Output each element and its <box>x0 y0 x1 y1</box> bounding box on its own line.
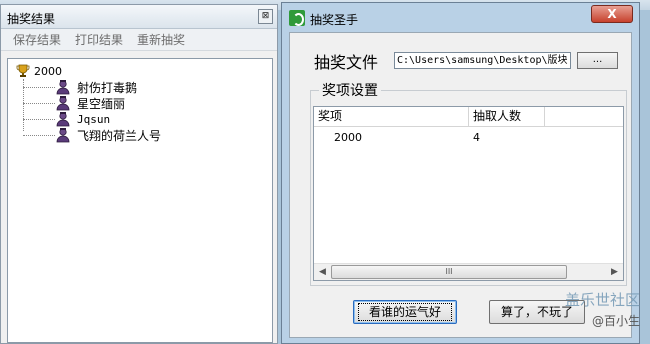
results-tree[interactable]: 2000 射伤打毒鹅 星空缅丽 Jqsun 飞翔的荷兰人号 <box>7 58 273 343</box>
tree-item[interactable]: Jqsun <box>23 111 110 127</box>
results-titlebar: 抽奖结果 ⊠ <box>1 5 277 29</box>
tree-item[interactable]: 飞翔的荷兰人号 <box>23 127 161 143</box>
person-icon <box>56 96 70 111</box>
menu-print-results[interactable]: 打印结果 <box>75 31 123 48</box>
prize-cell: 2000 <box>334 131 362 144</box>
tree-connector <box>23 134 55 136</box>
main-titlebar: 抽奖圣手 X <box>282 3 639 31</box>
draw-lottery-label: 看谁的运气好 <box>357 303 452 321</box>
tree-item-label: Jqsun <box>77 112 111 126</box>
prize-table[interactable]: 奖项 抽取人数 2000 4 ◀ III ▶ <box>313 106 624 281</box>
main-close-button[interactable]: X <box>591 5 633 23</box>
scroll-left-icon[interactable]: ◀ <box>314 264 331 280</box>
results-window-title: 抽奖结果 <box>7 12 56 26</box>
count-cell: 4 <box>473 131 480 144</box>
scroll-right-icon[interactable]: ▶ <box>606 264 623 280</box>
trophy-icon <box>16 64 30 77</box>
person-icon <box>56 80 70 95</box>
browse-button[interactable]: ... <box>577 52 618 69</box>
tree-item-label: 飞翔的荷兰人号 <box>77 128 162 143</box>
table-header: 奖项 抽取人数 <box>314 107 623 127</box>
scroll-thumb[interactable]: III <box>331 265 567 279</box>
watermark-author: @百小生 <box>591 314 640 328</box>
group-title: 奖项设置 <box>319 80 381 100</box>
person-icon <box>56 128 70 143</box>
results-close-button[interactable]: ⊠ <box>258 9 273 24</box>
person-icon <box>56 112 70 127</box>
main-window-title: 抽奖圣手 <box>310 13 359 27</box>
tree-connector <box>23 118 55 120</box>
column-header-prize[interactable]: 奖项 <box>314 107 469 127</box>
results-window: 抽奖结果 ⊠ 保存结果 打印结果 重新抽奖 2000 射伤打毒鹅 星空缅丽 Jq… <box>0 4 278 344</box>
menu-save-results[interactable]: 保存结果 <box>13 31 61 48</box>
tree-connector <box>23 102 55 104</box>
tree-root-label: 2000 <box>34 64 62 78</box>
watermark-community: 盖乐世社区 <box>564 291 640 309</box>
column-header-count[interactable]: 抽取人数 <box>469 107 545 127</box>
tree-item-label: 星空缅丽 <box>77 96 126 111</box>
tree-item[interactable]: 星空缅丽 <box>23 95 125 111</box>
results-menubar: 保存结果 打印结果 重新抽奖 <box>1 29 277 51</box>
menu-redraw[interactable]: 重新抽奖 <box>137 31 185 48</box>
draw-lottery-button[interactable]: 看谁的运气好 <box>353 300 457 324</box>
prize-settings-group: 奖项设置 奖项 抽取人数 2000 4 ◀ III ▶ <box>310 80 627 286</box>
table-row[interactable]: 2000 4 <box>314 129 623 147</box>
tree-root-node[interactable]: 2000 <box>16 63 62 79</box>
tree-connector <box>23 86 55 88</box>
tree-item[interactable]: 射伤打毒鹅 <box>23 79 137 95</box>
app-icon <box>289 10 305 26</box>
horizontal-scrollbar[interactable]: ◀ III ▶ <box>314 263 623 280</box>
file-label: 抽奖文件 <box>314 53 379 72</box>
file-path-input[interactable]: C:\Users\samsung\Desktop\版块 <box>394 52 571 69</box>
tree-item-label: 射伤打毒鹅 <box>77 80 138 95</box>
